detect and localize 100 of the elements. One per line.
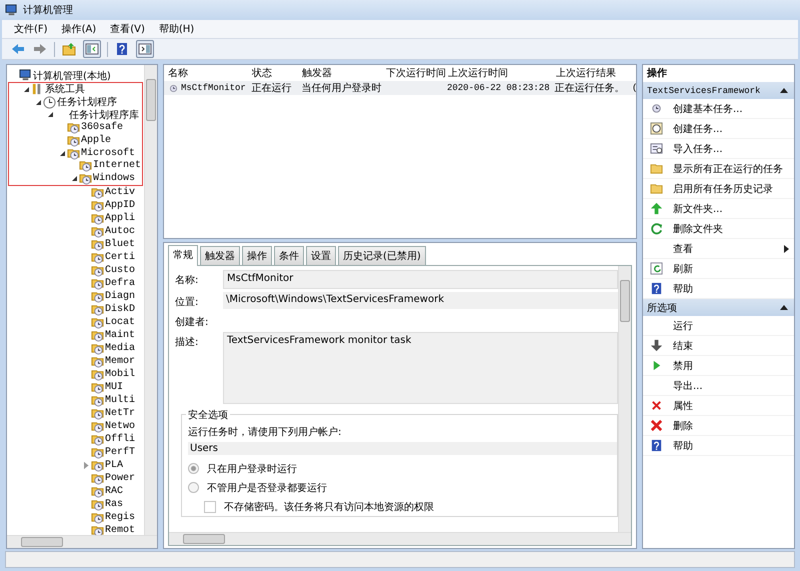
tree-item[interactable]: Power [9, 472, 144, 485]
location-field[interactable]: \Microsoft\Windows\TextServicesFramework [223, 292, 618, 309]
tree-item[interactable]: Autoc [9, 225, 144, 238]
action-item[interactable]: 导出... [643, 376, 794, 396]
tree-item[interactable]: Certi [9, 251, 144, 264]
tree-item[interactable]: Ras [9, 498, 144, 511]
tab[interactable]: 条件 [274, 246, 304, 265]
tree-item[interactable]: Custo [9, 264, 144, 277]
tree-item[interactable]: Bluet [9, 238, 144, 251]
action-item[interactable]: 删除 [643, 416, 794, 436]
tab[interactable]: 设置 [306, 246, 336, 265]
table-cell: MsCtfMonitor [181, 83, 246, 93]
menu-item[interactable]: 文件(F) [14, 22, 48, 36]
refresh-icon [650, 222, 663, 235]
tree-item[interactable]: 计算机管理(本地) [9, 69, 144, 82]
tree-item[interactable]: Mobil [9, 368, 144, 381]
clock-folder-icon [91, 459, 104, 472]
tree-item[interactable]: NetTr [9, 407, 144, 420]
action-item[interactable]: 刷新 [643, 259, 794, 279]
clock-folder-icon [91, 524, 104, 535]
tree-item[interactable]: Microsoft [9, 146, 142, 160]
vertical-scrollbar[interactable] [144, 65, 157, 535]
field-label: 位置: [175, 296, 200, 309]
action-item[interactable]: 导入任务... [643, 139, 794, 159]
forward-arrow-icon[interactable] [32, 41, 48, 57]
section-header[interactable]: 所选项 [643, 299, 794, 316]
folder-up-icon[interactable] [61, 41, 77, 57]
help-icon[interactable] [114, 41, 130, 57]
tree-item[interactable]: RAC [9, 485, 144, 498]
menu-item[interactable]: 操作(A) [62, 22, 96, 36]
tree-item[interactable]: Netwo [9, 420, 144, 433]
tree-item[interactable]: Media [9, 342, 144, 355]
action-item[interactable]: 查看 [643, 239, 794, 259]
clock-folder-icon [91, 303, 104, 316]
expanded-arrow-icon[interactable] [48, 112, 52, 118]
tab[interactable]: 触发器 [200, 246, 240, 265]
group-title: 安全选项 [186, 408, 230, 422]
tree-item[interactable]: Defra [9, 277, 144, 290]
computer-icon [5, 4, 18, 16]
column-header[interactable]: 名称 [164, 66, 248, 80]
tree-item[interactable]: Internet [9, 160, 142, 172]
tab[interactable]: 历史记录(已禁用) [338, 246, 426, 265]
tree-item[interactable]: MUI [9, 381, 144, 394]
back-arrow-icon[interactable] [10, 41, 26, 57]
tree-item[interactable]: Offli [9, 433, 144, 446]
action-item[interactable]: 创建任务... [643, 119, 794, 139]
table-cell-text: 正在运行 [252, 82, 292, 95]
action-item[interactable]: 新文件夹... [643, 199, 794, 219]
tree-item[interactable]: Activ [9, 186, 144, 199]
action-item[interactable]: 帮助 [643, 436, 794, 456]
menu-item[interactable]: 查看(V) [110, 22, 145, 36]
clock-folder-icon [91, 316, 104, 329]
clock-folder-icon [91, 277, 104, 290]
tree-item[interactable]: 任务计划程序 [9, 96, 142, 108]
clock-folder-icon [91, 420, 104, 433]
tree-item[interactable]: Diagn [9, 290, 144, 303]
tree-item[interactable]: Maint [9, 329, 144, 342]
tree-item[interactable]: DiskD [9, 303, 144, 316]
tree-item[interactable]: AppID [9, 199, 144, 212]
horizontal-scrollbar[interactable] [7, 535, 157, 548]
collapse-arrow-icon[interactable] [780, 88, 788, 93]
option-label: 不管用户是否登录都要运行 [207, 482, 327, 494]
column-header[interactable]: 状态 [248, 66, 298, 80]
tree-item[interactable]: Windows [9, 172, 142, 185]
action-item[interactable]: 禁用 [643, 356, 794, 376]
column-header[interactable]: 下次运行时间 [382, 66, 444, 80]
pane-icon[interactable] [136, 40, 154, 58]
action-item[interactable]: 属性 [643, 396, 794, 416]
tree-item[interactable]: Appli [9, 212, 144, 225]
tree-item[interactable]: Memor [9, 355, 144, 368]
tree-item[interactable]: PLA [9, 459, 144, 472]
action-item[interactable]: 创建基本任务... [643, 99, 794, 119]
column-header[interactable]: 触发器 [298, 66, 382, 80]
vertical-scrollbar[interactable] [618, 266, 631, 532]
tree-item[interactable]: Apple [9, 134, 142, 147]
tree-item[interactable]: Regis [9, 511, 144, 524]
tab[interactable]: 操作 [242, 246, 272, 265]
tab[interactable]: 常规 [168, 245, 198, 266]
section-header[interactable]: TextServicesFramework [643, 82, 794, 99]
action-item[interactable]: 删除文件夹 [643, 219, 794, 239]
tree-item[interactable]: Multi [9, 394, 144, 407]
column-header[interactable]: 上次运行结果 [552, 66, 630, 80]
action-item[interactable]: 显示所有正在运行的任务 [643, 159, 794, 179]
collapse-arrow-icon[interactable] [780, 305, 788, 310]
tree-item[interactable]: 任务计划程序库 [9, 108, 142, 122]
action-item[interactable]: 启用所有任务历史记录 [643, 179, 794, 199]
action-item[interactable]: 运行 [643, 316, 794, 336]
horizontal-scrollbar[interactable] [169, 532, 631, 545]
menu-item[interactable]: 帮助(H) [158, 22, 194, 36]
tree-item[interactable]: Locat [9, 316, 144, 329]
description-field[interactable]: TextServicesFramework monitor task [223, 332, 618, 404]
tree-item[interactable]: PerfT [9, 446, 144, 459]
pane-icon[interactable] [83, 40, 101, 58]
clock-folder-icon [91, 290, 104, 303]
tree-item[interactable]: 系统工具 [9, 83, 142, 96]
action-item[interactable]: 结束 [643, 336, 794, 356]
column-header[interactable]: 上次运行时间 [444, 66, 552, 80]
clock-folder-icon [79, 172, 92, 186]
name-field[interactable]: MsCtfMonitor [223, 270, 618, 289]
tree-item[interactable]: 360safe [9, 121, 142, 134]
